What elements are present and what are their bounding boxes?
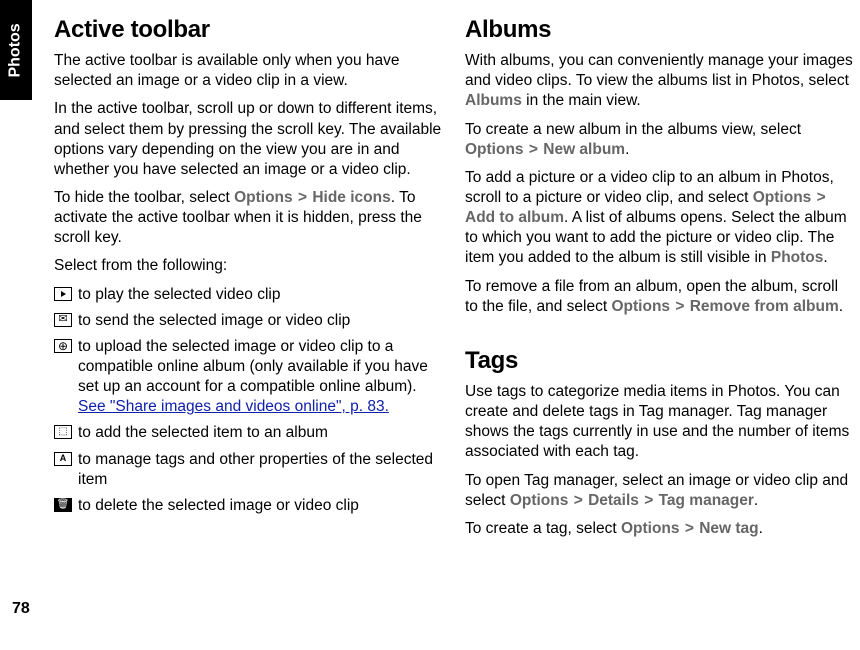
para: With albums, you can conveniently manage…	[465, 51, 854, 111]
ui-path-options: Options	[465, 141, 524, 158]
breadcrumb-separator: >	[643, 492, 654, 509]
column-left: Active toolbar The active toolbar is ava…	[54, 10, 443, 650]
para: Select from the following:	[54, 256, 443, 276]
play-icon	[54, 287, 72, 301]
toolbar-item-delete: to delete the selected image or video cl…	[54, 496, 443, 516]
toolbar-item-label: to add the selected item to an album	[78, 423, 328, 443]
breadcrumb-separator: >	[528, 141, 539, 158]
toolbar-item-label: to manage tags and other properties of t…	[78, 450, 443, 490]
ui-path-hide-icons: Hide icons	[312, 189, 390, 206]
send-icon	[54, 313, 72, 327]
toolbar-item-label: to delete the selected image or video cl…	[78, 496, 359, 516]
ui-path-new-tag: New tag	[699, 520, 758, 537]
toolbar-item-album: to add the selected item to an album	[54, 423, 443, 443]
para: To add a picture or a video clip to an a…	[465, 168, 854, 269]
link-share-online[interactable]: See "Share images and videos online", p.…	[78, 398, 389, 415]
tag-icon	[54, 452, 72, 466]
toolbar-item-label: to send the selected image or video clip	[78, 311, 350, 331]
toolbar-item-upload: to upload the selected image or video cl…	[54, 337, 443, 418]
section-tab-photos: Photos	[0, 0, 32, 100]
para: The active toolbar is available only whe…	[54, 51, 443, 91]
heading-albums: Albums	[465, 14, 854, 45]
toolbar-item-send: to send the selected image or video clip	[54, 311, 443, 331]
breadcrumb-separator: >	[674, 298, 685, 315]
section-tab-label: Photos	[6, 23, 27, 77]
para: In the active toolbar, scroll up or down…	[54, 99, 443, 180]
ui-path-add-to-album: Add to album	[465, 209, 564, 226]
para: To create a new album in the albums view…	[465, 120, 854, 160]
para: Use tags to categorize media items in Ph…	[465, 382, 854, 463]
page-body: Active toolbar The active toolbar is ava…	[0, 0, 860, 650]
ui-path-albums: Albums	[465, 92, 522, 109]
column-right: Albums With albums, you can conveniently…	[465, 10, 854, 650]
ui-path-tag-manager: Tag manager	[659, 492, 754, 509]
ui-path-options: Options	[510, 492, 569, 509]
breadcrumb-separator: >	[684, 520, 695, 537]
ui-path-new-album: New album	[543, 141, 625, 158]
ui-path-options: Options	[621, 520, 680, 537]
para: To open Tag manager, select an image or …	[465, 471, 854, 511]
toolbar-item-label: to upload the selected image or video cl…	[78, 337, 443, 418]
page-number: 78	[12, 599, 30, 620]
para: To create a tag, select Options > New ta…	[465, 519, 854, 539]
ui-path-options: Options	[611, 298, 670, 315]
toolbar-item-tags: to manage tags and other properties of t…	[54, 450, 443, 490]
breadcrumb-separator: >	[573, 492, 584, 509]
delete-icon	[54, 498, 72, 512]
ui-path-details: Details	[588, 492, 639, 509]
breadcrumb-separator: >	[816, 189, 827, 206]
ui-path-photos: Photos	[771, 249, 824, 266]
breadcrumb-separator: >	[297, 189, 308, 206]
para: To remove a file from an album, open the…	[465, 277, 854, 317]
ui-path-options: Options	[234, 189, 293, 206]
ui-path-remove-from-album: Remove from album	[690, 298, 839, 315]
album-icon	[54, 425, 72, 439]
para: To hide the toolbar, select Options > Hi…	[54, 188, 443, 248]
upload-icon	[54, 339, 72, 353]
toolbar-item-label: to play the selected video clip	[78, 285, 280, 305]
heading-active-toolbar: Active toolbar	[54, 14, 443, 45]
ui-path-options: Options	[753, 189, 812, 206]
heading-tags: Tags	[465, 345, 854, 376]
toolbar-item-play: to play the selected video clip	[54, 285, 443, 305]
